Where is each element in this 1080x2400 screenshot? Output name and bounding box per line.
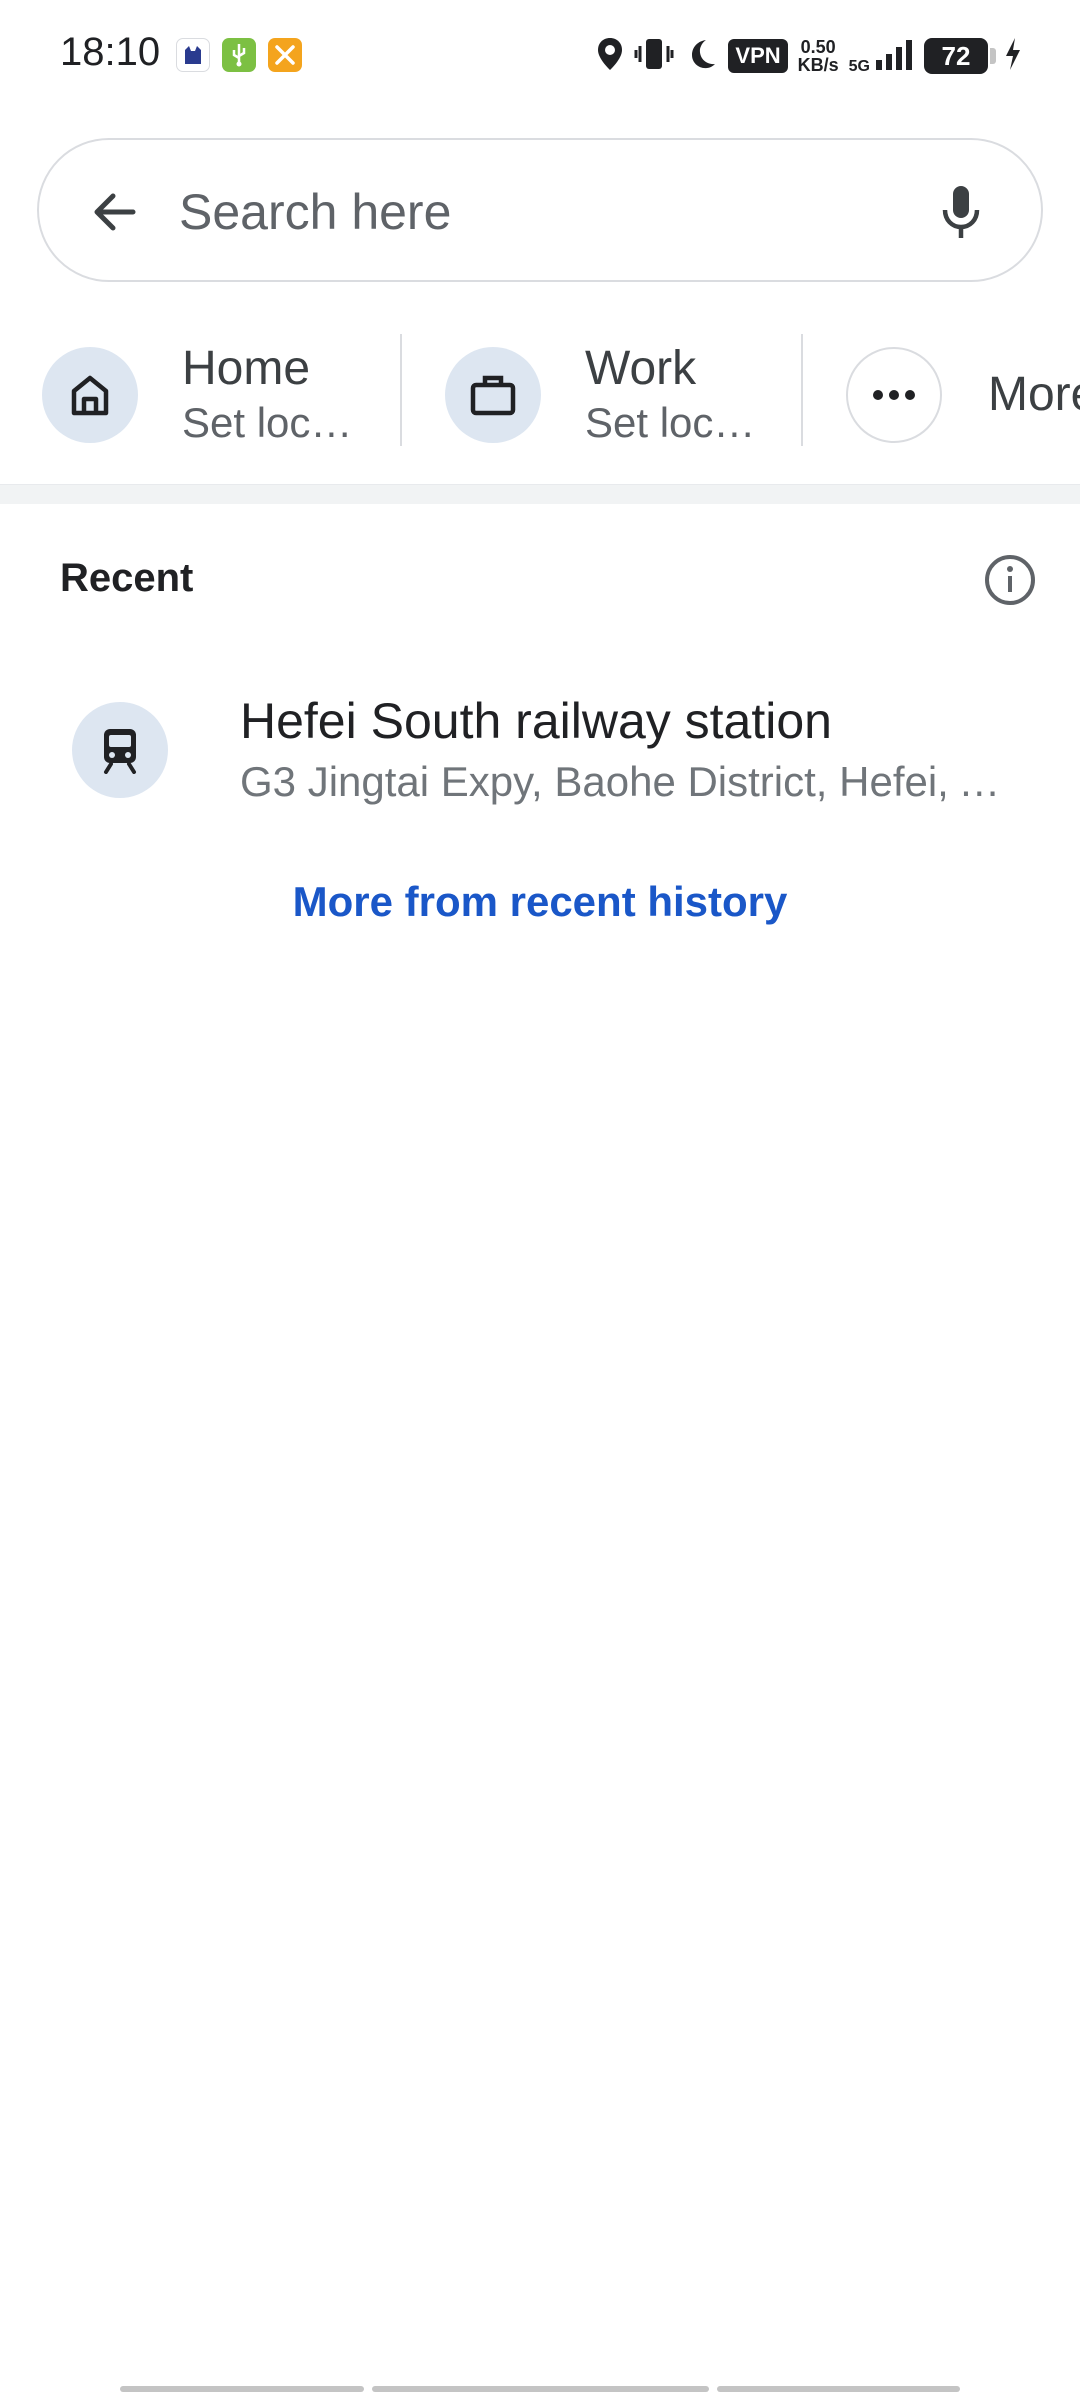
home-icon [42, 347, 138, 443]
status-time: 18:10 [60, 30, 161, 74]
usb-debug-icon [222, 38, 256, 72]
cat-app-icon [176, 38, 210, 72]
vpn-badge: VPN [728, 39, 788, 73]
network-speed-value: 0.50 [800, 37, 836, 57]
shortcut-divider [400, 334, 402, 446]
network-type: 5G [848, 57, 870, 75]
status-indicators: VPN 0.50 KB/s 5G 72 [596, 32, 1022, 80]
location-icon [596, 36, 624, 77]
signal-group: 5G [849, 38, 914, 75]
shortcut-work-title: Work [585, 342, 697, 395]
tools-icon [268, 38, 302, 72]
more-horizontal-icon [846, 347, 942, 443]
info-icon [985, 555, 1035, 605]
microphone-icon [942, 186, 980, 238]
shortcut-home-subtitle: Set loc… [182, 399, 353, 446]
shortcut-work-subtitle: Set loc… [585, 399, 756, 446]
nav-segment [372, 2386, 709, 2392]
signal-bars-icon [874, 38, 914, 75]
more-recent-history-link[interactable]: More from recent history [0, 878, 1080, 926]
shortcut-more-title: More [988, 368, 1080, 421]
section-divider [0, 484, 1080, 504]
shortcut-home-title: Home [182, 342, 311, 395]
recent-item-name: Hefei South railway station [240, 693, 832, 749]
network-speed: 0.50 KB/s [798, 38, 839, 74]
back-button[interactable] [79, 176, 151, 248]
voice-search-button[interactable] [925, 176, 997, 248]
recent-list-item[interactable]: Hefei South railway station G3 Jingtai E… [0, 680, 1080, 820]
status-bar: 18:10 VPN 0.50 KB/s 5G 72 [0, 0, 1080, 112]
battery-indicator: 72 [924, 38, 996, 74]
train-icon [72, 702, 168, 798]
briefcase-icon [445, 347, 541, 443]
vibrate-icon [634, 36, 674, 77]
recent-info-button[interactable] [980, 550, 1040, 610]
search-input[interactable] [179, 170, 919, 254]
recent-heading: Recent [60, 556, 194, 600]
shortcut-home[interactable]: Home Set loc… [42, 340, 352, 450]
shortcut-work[interactable]: Work Set loc… [445, 340, 755, 450]
network-speed-unit: KB/s [797, 55, 839, 75]
notification-icons [176, 38, 302, 72]
shortcut-divider [801, 334, 803, 446]
shortcut-more[interactable]: More [846, 340, 1080, 450]
nav-segment [716, 2386, 960, 2392]
recent-item-address: G3 Jingtai Expy, Baohe District, Hefei, … [240, 758, 1010, 805]
search-bar[interactable] [37, 138, 1043, 282]
gesture-nav-bar [120, 2386, 960, 2392]
do-not-disturb-moon-icon [684, 37, 718, 76]
arrow-back-icon [94, 193, 136, 231]
shortcuts-row: Home Set loc… Work Set loc… More [0, 326, 1080, 456]
content-area [0, 960, 1080, 2360]
nav-segment [120, 2386, 365, 2392]
charging-bolt-icon [1004, 37, 1022, 76]
